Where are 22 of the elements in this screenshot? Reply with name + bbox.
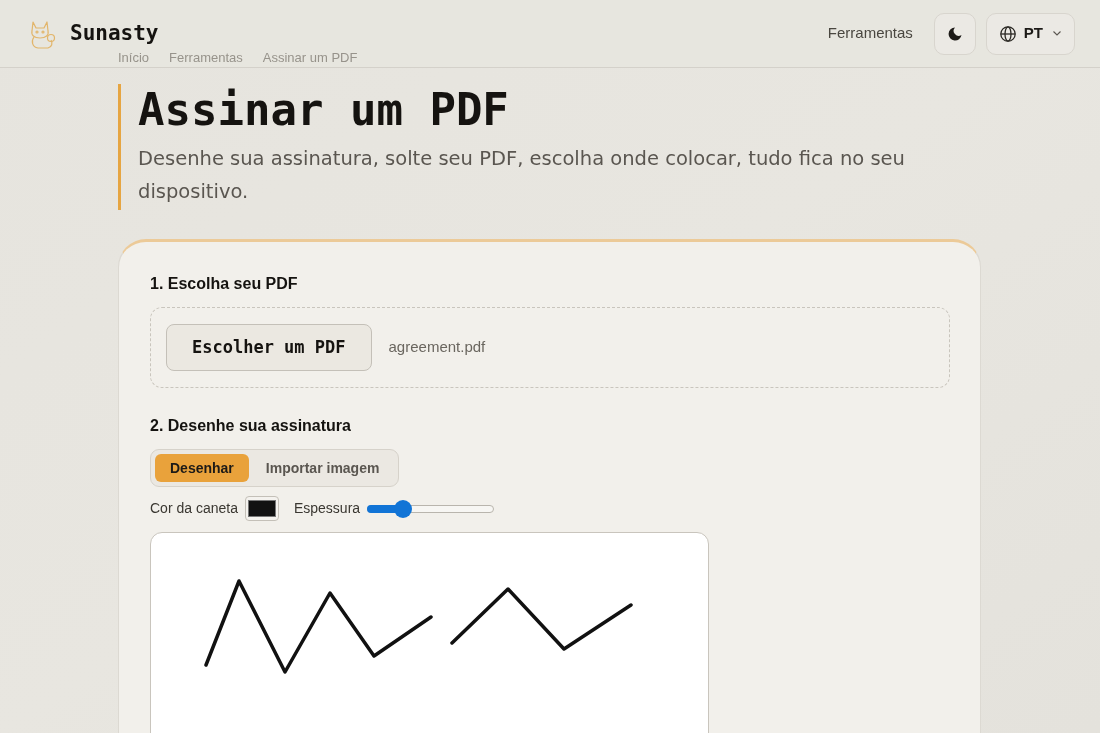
slider-track[interactable] <box>367 499 495 518</box>
thickness-label: Espessura <box>293 499 361 518</box>
section-heading: 2. Desenhe sua assinatura <box>150 416 351 436</box>
mode-tab[interactable]: Importar imagem <box>250 454 395 482</box>
globe-icon <box>999 25 1016 42</box>
file-name: agreement.pdf <box>388 337 486 358</box>
section-heading: 1. Escolha seu PDF <box>150 274 298 294</box>
theme-toggle-button[interactable] <box>933 12 976 55</box>
language-button[interactable]: PT <box>985 12 1075 55</box>
choose-file-button[interactable]: Escolher um PDF <box>166 324 372 371</box>
signature-pad[interactable] <box>150 532 709 733</box>
moon-icon <box>947 26 962 41</box>
slider-thumb[interactable] <box>394 499 413 518</box>
language-label: PT <box>1023 23 1043 44</box>
page-subtitle: Desenhe sua assinatura, solte seu PDF, escolha onde colocar, tudo fica no seu dispositivo. <box>138 146 906 205</box>
brand-name[interactable]: Sunasty <box>70 17 159 50</box>
pen-color-label: Cor da caneta <box>150 499 238 518</box>
file-drop-zone[interactable]: Escolher um PDF agreement.pdf <box>150 307 950 388</box>
page-title: Assinar um PDF <box>138 84 509 136</box>
mode-tab[interactable]: Desenhar <box>155 454 249 482</box>
chevron-down-icon <box>1053 31 1061 36</box>
nav-link[interactable]: Ferramentas <box>827 22 913 45</box>
